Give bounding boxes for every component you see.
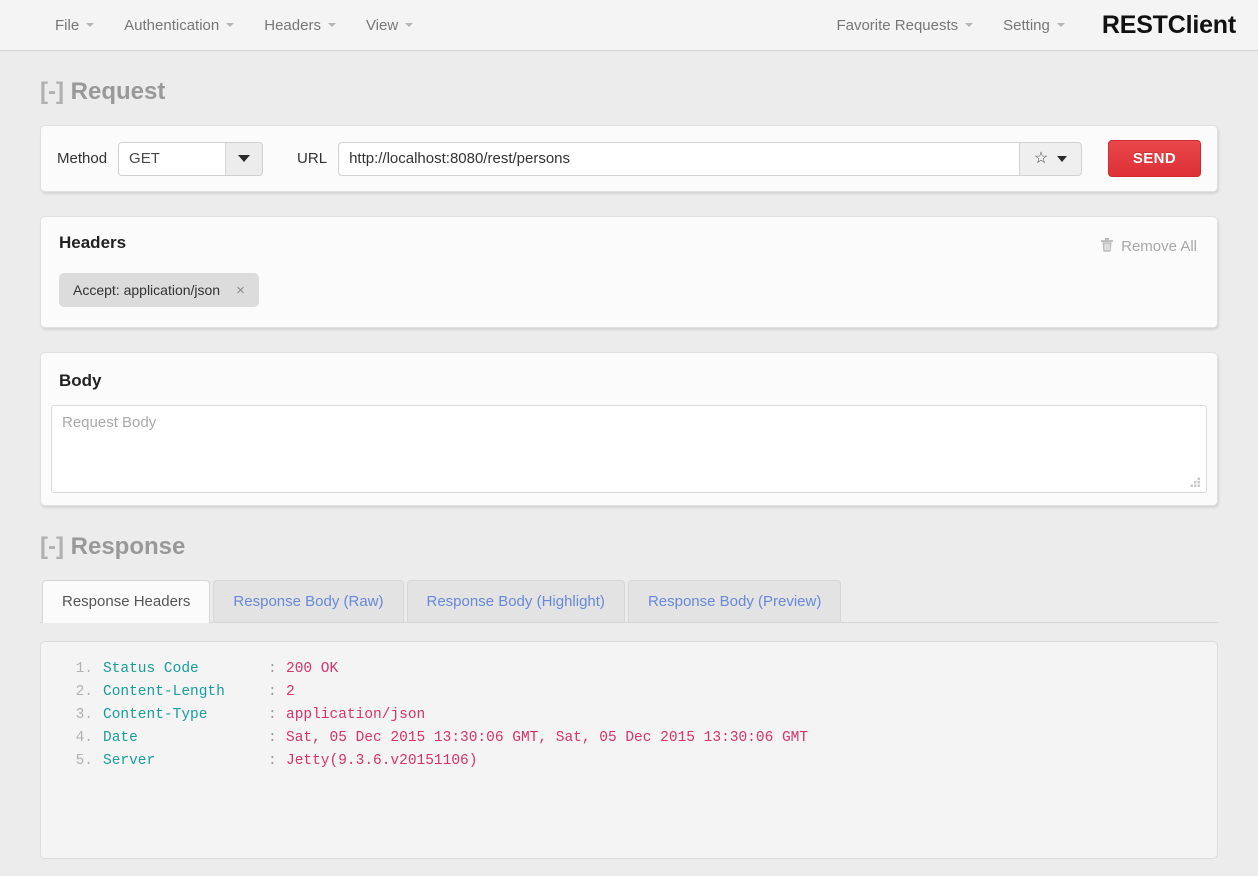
remove-all-label: Remove All [1121, 238, 1197, 255]
method-select-arrow [225, 142, 263, 175]
header-key: Date [103, 730, 138, 746]
chevron-down-icon [327, 23, 336, 27]
star-icon[interactable]: ☆ [1034, 150, 1048, 167]
menu-favorite-requests-label: Favorite Requests [836, 16, 959, 34]
header-value: 200 OK [286, 661, 339, 677]
header-chip[interactable]: Accept: application/json × [59, 273, 259, 307]
remove-all-headers-button[interactable]: Remove All [1100, 237, 1197, 256]
tab-response-body-preview[interactable]: Response Body (Preview) [627, 580, 842, 622]
chevron-down-icon [238, 155, 251, 162]
menu-headers[interactable]: Headers [249, 7, 351, 44]
header-separator: : [268, 684, 277, 700]
body-panel: Body [40, 352, 1218, 506]
code-line: 1. Status Code : 200 OK [41, 658, 1217, 681]
menu-file[interactable]: File [40, 7, 109, 44]
chevron-down-icon [405, 23, 414, 27]
header-value: Sat, 05 Dec 2015 13:30:06 GMT, Sat, 05 D… [286, 730, 809, 746]
line-number: 3. [75, 707, 93, 723]
response-collapse-toggle[interactable]: [-] [40, 533, 64, 560]
url-favorite-dropdown[interactable]: ☆ [1019, 141, 1082, 176]
code-line: 3. Content-Type : application/json [41, 704, 1217, 727]
header-value: application/json [286, 707, 426, 723]
line-number: 5. [75, 753, 93, 769]
menu-view[interactable]: View [351, 7, 428, 44]
request-method-url-panel: Method GET URL ☆ SEND [40, 125, 1218, 192]
app-brand[interactable]: RESTClient [1102, 11, 1236, 40]
chevron-down-icon [226, 23, 235, 27]
line-number: 2. [75, 684, 93, 700]
response-headers-code-panel: 1. Status Code : 200 OK 2. Content-Lengt… [40, 641, 1218, 859]
top-navbar: File Authentication Headers View Favorit… [0, 0, 1258, 51]
url-label: URL [297, 150, 328, 167]
request-section-title[interactable]: [-] Request [40, 78, 1218, 106]
headers-panel: Headers Remove All Accept: application/j… [40, 216, 1218, 328]
method-select-value: GET [119, 142, 226, 175]
method-label: Method [57, 150, 108, 167]
tab-response-body-highlight[interactable]: Response Body (Highlight) [406, 580, 625, 622]
close-icon[interactable]: × [236, 283, 245, 298]
response-tabs: Response Headers Response Body (Raw) Res… [40, 580, 1218, 623]
menu-file-label: File [55, 16, 80, 34]
tab-response-headers[interactable]: Response Headers [42, 580, 211, 623]
header-separator: : [268, 730, 277, 746]
chevron-down-icon [86, 23, 95, 27]
request-body-input[interactable] [51, 405, 1207, 493]
code-line: 4. Date : Sat, 05 Dec 2015 13:30:06 GMT,… [41, 727, 1217, 750]
code-line: 5. Server : Jetty(9.3.6.v20151106) [41, 750, 1217, 773]
header-separator: : [268, 753, 277, 769]
body-title: Body [59, 371, 102, 390]
page-container: [-] Request Method GET URL ☆ SEND Header… [0, 78, 1258, 859]
menu-headers-label: Headers [264, 16, 321, 34]
request-section-label: Request [70, 78, 166, 105]
header-separator: : [268, 707, 277, 723]
request-collapse-toggle[interactable]: [-] [40, 78, 64, 105]
send-button[interactable]: SEND [1108, 140, 1201, 177]
line-number: 1. [75, 661, 93, 677]
line-number: 4. [75, 730, 93, 746]
navbar-right-menu: Favorite Requests Setting RESTClient [821, 7, 1236, 44]
response-section-label: Response [70, 533, 186, 560]
header-value: Jetty(9.3.6.v20151106) [286, 753, 478, 769]
chevron-down-icon[interactable] [1057, 155, 1068, 162]
chevron-down-icon [965, 23, 974, 27]
menu-authentication[interactable]: Authentication [109, 7, 249, 44]
url-input[interactable] [338, 141, 1019, 176]
response-section-title[interactable]: [-] Response [40, 533, 1218, 561]
header-key: Content-Type [103, 707, 208, 723]
method-select[interactable]: GET [118, 141, 264, 176]
navbar-left-menu: File Authentication Headers View [40, 7, 428, 44]
trash-icon [1100, 237, 1114, 256]
header-key: Status Code [103, 661, 199, 677]
header-separator: : [268, 661, 277, 677]
code-line: 2. Content-Length : 2 [41, 681, 1217, 704]
header-key: Server [103, 753, 156, 769]
headers-title: Headers [59, 233, 127, 252]
tab-response-body-raw[interactable]: Response Body (Raw) [213, 580, 404, 622]
menu-favorite-requests[interactable]: Favorite Requests [821, 7, 988, 44]
header-chip-label: Accept: application/json [73, 282, 221, 298]
chevron-down-icon [1056, 23, 1065, 27]
header-value: 2 [286, 684, 295, 700]
menu-setting[interactable]: Setting [988, 7, 1080, 44]
menu-authentication-label: Authentication [124, 16, 220, 34]
header-key: Content-Length [103, 684, 225, 700]
menu-setting-label: Setting [1003, 16, 1050, 34]
menu-view-label: View [365, 16, 399, 34]
